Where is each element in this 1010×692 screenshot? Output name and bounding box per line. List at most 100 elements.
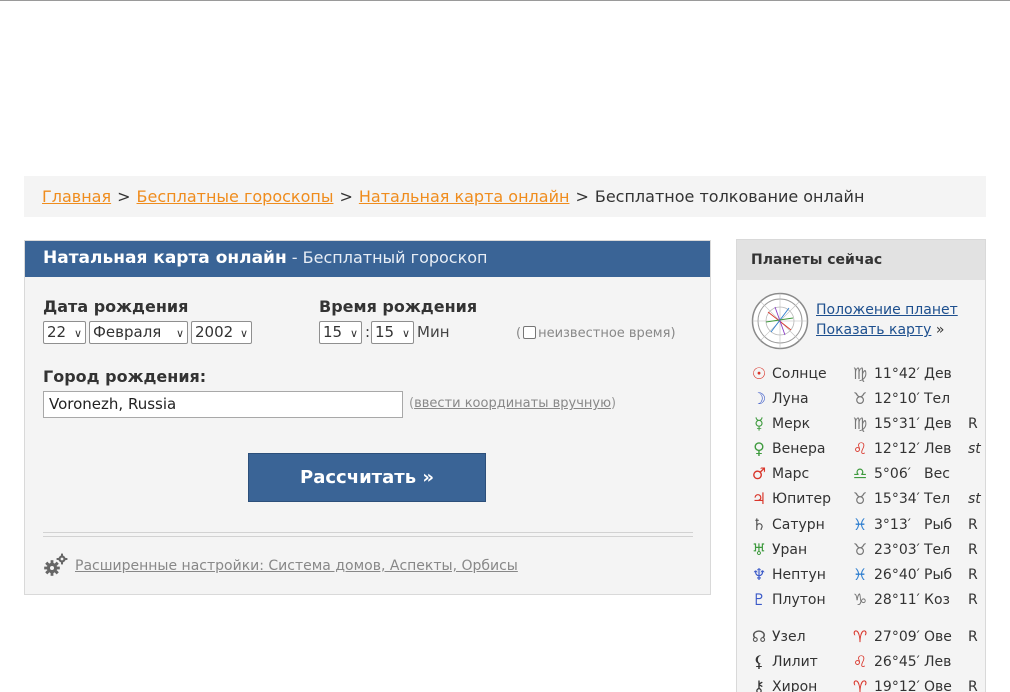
planet-degree: 12°10′ [874,391,920,408]
breadcrumb-separator: > [575,187,589,206]
planet-sign: Лев [924,441,952,458]
planet-glyph-icon: ☊ [751,626,767,646]
planet-degree: 15°31′ [874,416,920,433]
year-select[interactable]: 2002 ∨ [191,321,252,344]
chart-wheel-icon[interactable] [751,292,809,350]
planet-sign: Ове [924,628,952,645]
planet-rows: ☉ Солнце ♍ 11°42′ Дев ☽ Луна ♉ 12°10′ Тел ☿ Мерк ♍ 15… [750,362,985,613]
calculate-button[interactable]: Рассчитать » [248,453,486,502]
planet-glyph-icon: ♇ [751,589,767,609]
planets-now-title: Планеты сейчас [737,240,985,280]
planet-motion-flag: st [968,441,981,458]
birth-time-label: Время рождения [319,297,478,316]
planet-row: ♅ Уран ♉ 23°03′ Тел R [750,538,985,563]
breadcrumb-link-natal-chart[interactable]: Натальная карта онлайн [359,187,570,206]
planet-degree: 5°06′ [874,466,911,483]
planet-row: ☉ Солнце ♍ 11°42′ Дев [750,362,985,387]
breadcrumb-current: Бесплатное толкование онлайн [594,187,865,206]
advanced-settings-link[interactable]: Расширенные настройки: Система домов, Ас… [75,558,518,574]
planet-degree: 23°03′ [874,541,920,558]
planet-name: Сатурн [772,516,825,533]
planet-motion-flag: R [968,541,978,558]
planet-motion-flag: R [968,679,978,692]
show-chart-link[interactable]: Показать карту [816,322,931,338]
manual-close-paren: ) [611,396,617,411]
planet-row: ♀ Венера ♌ 12°12′ Лев st [750,437,985,462]
planet-degree: 11°42′ [874,366,920,382]
planet-list: ☉ Солнце ♍ 11°42′ Дев ☽ Луна ♉ 12°10′ Тел ☿ Мерк ♍ 15… [750,362,985,692]
zodiac-sign-icon: ♍ [852,364,868,383]
breadcrumb-separator: > [117,187,131,206]
planet-row: ☿ Мерк ♍ 15°31′ Дев R [750,412,985,437]
planet-name: Узел [772,628,806,645]
day-select[interactable]: 22 ∨ [43,321,86,344]
planet-degree: 28°11′ [874,591,920,608]
birth-city-label: Город рождения: [43,367,207,386]
planet-name: Солнце [772,366,827,382]
form-divider [43,532,693,537]
breadcrumb-link-free-horoscopes[interactable]: Бесплатные гороскопы [137,187,334,206]
zodiac-sign-icon: ♎ [852,464,868,484]
form-header: Натальная карта онлайн - Бесплатный горо… [25,241,710,277]
planet-glyph-icon: ♅ [751,539,767,559]
manual-coordinates: (ввести координаты вручную) [409,396,616,411]
planet-positions-link[interactable]: Положение планет [816,302,958,318]
planet-sign: Лев [924,654,952,671]
planet-extra-rows: ☊ Узел ♈ 27°09′ Ове R ⚸ Лилит ♌ 26°45′ Лев ⚷ Хирон ♈ 1… [750,625,985,692]
planet-sign: Тел [924,391,951,408]
unknown-time-option: (неизвестное время) [516,326,676,341]
hour-value: 15 [323,323,343,341]
planet-degree: 12°12′ [874,441,920,458]
planet-glyph-icon: ☉ [751,364,767,383]
zodiac-sign-icon: ♍ [852,414,868,434]
zodiac-sign-icon: ♓ [852,514,868,534]
planet-row: ⚸ Лилит ♌ 26°45′ Лев [750,650,985,675]
planet-glyph-icon: ⚷ [753,677,765,692]
zodiac-sign-icon: ♉ [852,389,868,409]
unknown-time-checkbox[interactable] [523,326,537,339]
planet-row: ♂ Марс ♎ 5°06′ Вес [750,462,985,487]
month-value: Февраля [93,323,162,341]
planet-name: Мерк [772,416,811,433]
planets-now-panel: Планеты сейчас Положение планет Показать… [736,239,986,692]
chevron-down-icon: ∨ [239,327,248,340]
planet-sign: Дев [924,366,952,382]
planet-degree: 19°12′ [874,679,920,692]
planet-name: Венера [772,441,826,458]
show-chart-arrow: » [935,322,945,338]
chevron-down-icon: ∨ [401,327,410,340]
minute-select[interactable]: 15 ∨ [371,321,414,344]
chevron-down-icon: ∨ [175,327,184,340]
month-select[interactable]: Февраля ∨ [89,321,188,344]
planet-glyph-icon: ♀ [753,439,765,459]
planet-glyph-icon: ⚸ [753,652,765,672]
natal-chart-form: Натальная карта онлайн - Бесплатный горо… [24,240,711,595]
breadcrumb-link-home[interactable]: Главная [42,187,111,206]
planet-sign: Вес [924,466,950,483]
zodiac-sign-icon: ♉ [852,539,868,559]
minute-unit-label: Мин [417,323,450,341]
planet-glyph-icon: ♄ [751,514,767,534]
birth-date-label: Дата рождения [43,297,189,316]
form-title: Натальная карта онлайн [43,248,287,268]
planet-degree: 27°09′ [874,628,920,645]
planet-motion-flag: R [968,591,978,608]
top-border-line [0,0,1010,1]
birth-city-input[interactable]: Voronezh, Russia [43,391,403,418]
unknown-time-label[interactable]: неизвестное время [538,326,670,341]
zodiac-sign-icon: ♈ [852,677,868,692]
zodiac-sign-icon: ♓ [852,564,868,584]
zodiac-sign-icon: ♈ [852,626,868,646]
planet-row: ♄ Сатурн ♓ 3°13′ Рыб R [750,513,985,538]
planet-glyph-icon: ☿ [754,414,764,434]
manual-coordinates-link[interactable]: ввести координаты вручную [414,396,611,411]
planet-name: Нептун [772,566,826,583]
planet-sign: Рыб [924,566,953,583]
planet-degree: 3°13′ [874,516,911,533]
chevron-down-icon: ∨ [73,327,82,340]
unknown-time-open-paren: ( [516,326,522,341]
planet-row: ♃ Юпитер ♉ 15°34′ Тел st [750,487,985,512]
form-subtitle: - Бесплатный гороскоп [291,248,488,267]
hour-select[interactable]: 15 ∨ [319,321,362,344]
gears-icon [44,553,68,576]
